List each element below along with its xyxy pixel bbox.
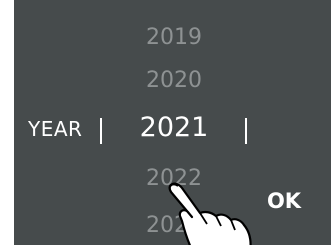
left-divider	[100, 118, 102, 144]
right-divider	[245, 118, 247, 144]
hand-pointer-icon	[168, 182, 252, 245]
year-option-selected[interactable]: 2021	[124, 112, 224, 143]
year-label: YEAR	[28, 117, 83, 141]
year-picker-screen: YEAR 2019 2020 2021 2022 2023 OK	[14, 0, 331, 245]
year-option-2020[interactable]: 2020	[124, 68, 224, 93]
year-option-2019[interactable]: 2019	[124, 25, 224, 50]
